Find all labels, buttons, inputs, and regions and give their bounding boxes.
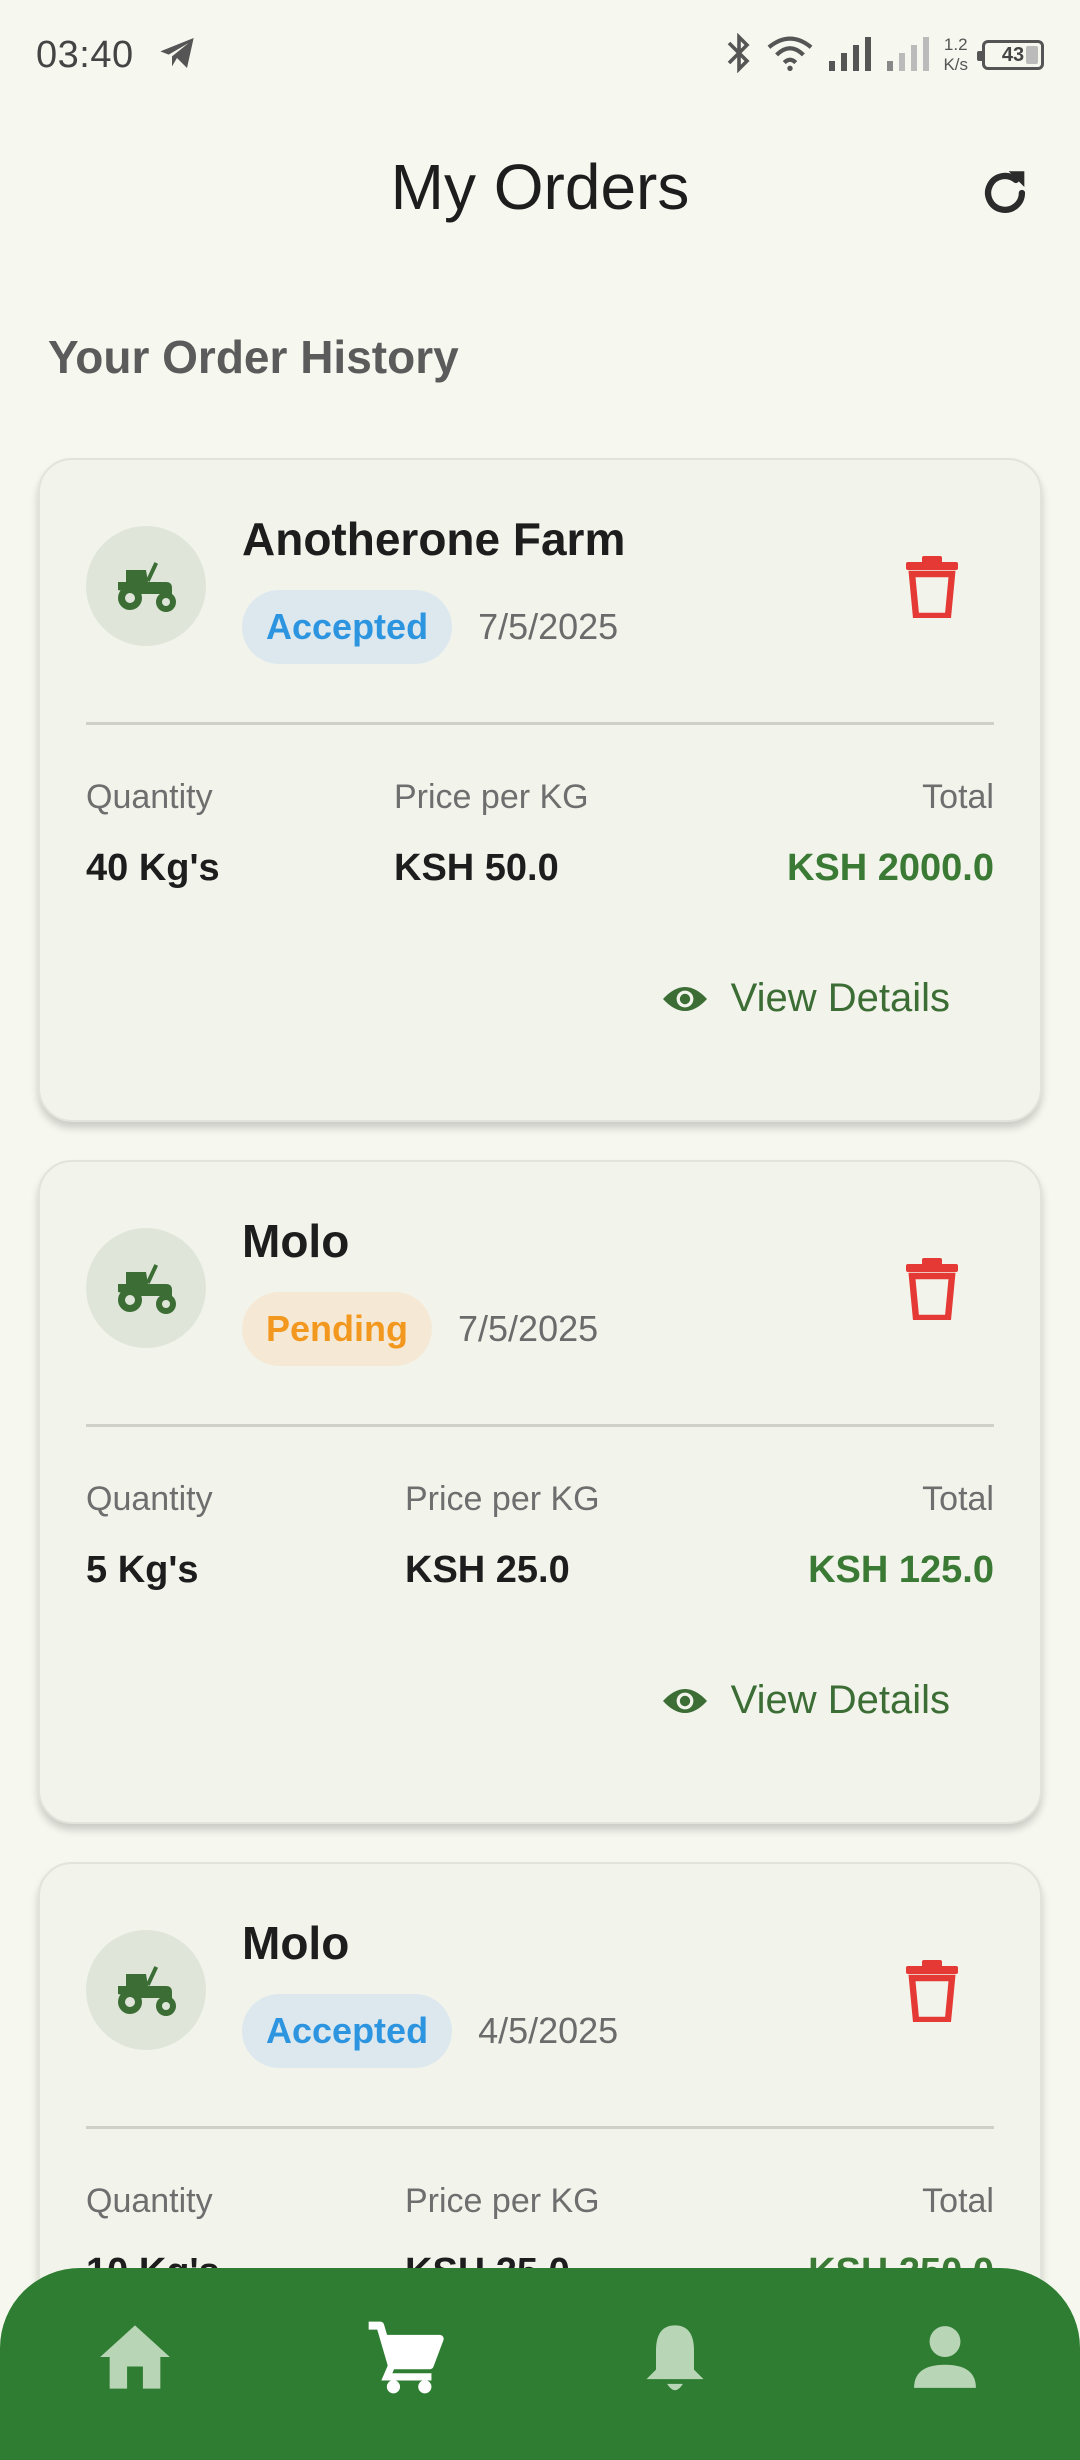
order-card[interactable]: Molo Pending 7/5/2025 Quantity 5 Kg's Pr… — [38, 1160, 1042, 1824]
delete-button[interactable] — [904, 1256, 960, 1322]
farm-avatar — [86, 1930, 206, 2050]
order-date: 7/5/2025 — [458, 1308, 599, 1349]
status-badge: Pending — [242, 1292, 432, 1366]
view-details-button[interactable]: View Details — [661, 976, 950, 1021]
network-speed: 1.2 K/s — [943, 35, 968, 74]
tractor-icon — [118, 1264, 176, 1314]
divider — [86, 1424, 994, 1427]
orders-list: Anotherone Farm Accepted 7/5/2025 Quanti… — [38, 458, 1042, 2460]
status-row: Accepted 7/5/2025 — [242, 590, 618, 664]
quantity-column: Quantity 5 Kg's — [86, 1480, 213, 1592]
price-value: KSH 25.0 — [405, 1549, 570, 1591]
nav-orders[interactable] — [345, 2297, 465, 2417]
page-title: My Orders — [390, 151, 690, 223]
quantity-column: Quantity 40 Kg's — [86, 778, 220, 890]
status-badge: Accepted — [242, 1994, 453, 2068]
quantity-value: 5 Kg's — [86, 1549, 199, 1591]
order-date: 7/5/2025 — [478, 606, 619, 647]
status-bar: 03:40 1.2 K/s 43 — [0, 0, 1080, 110]
person-icon — [914, 2326, 976, 2388]
total-label: Total — [922, 2182, 994, 2220]
status-badge: Accepted — [242, 590, 453, 664]
refresh-icon — [984, 171, 1026, 213]
nav-profile[interactable] — [885, 2297, 1005, 2417]
quantity-label: Quantity — [86, 1480, 213, 1518]
status-row: Accepted 4/5/2025 — [242, 1994, 618, 2068]
price-column: Price per KG KSH 50.0 — [394, 778, 589, 890]
price-label: Price per KG — [405, 2182, 600, 2220]
tractor-icon — [118, 562, 176, 612]
wifi-icon — [767, 35, 813, 76]
total-value: KSH 2000.0 — [786, 847, 994, 889]
bottom-nav — [0, 2268, 1080, 2460]
delete-button[interactable] — [904, 554, 960, 620]
order-date: 4/5/2025 — [478, 2010, 619, 2051]
price-value: KSH 50.0 — [394, 847, 559, 889]
status-time: 03:40 — [36, 33, 134, 76]
bluetooth-icon — [725, 32, 753, 78]
farm-name: Molo — [242, 1917, 350, 1969]
price-label: Price per KG — [405, 1480, 600, 1518]
home-icon — [100, 2325, 170, 2389]
delete-button[interactable] — [904, 1958, 960, 2024]
trash-icon — [906, 1258, 958, 1322]
app-bar: My Orders — [0, 130, 1080, 250]
order-card[interactable]: Anotherone Farm Accepted 7/5/2025 Quanti… — [38, 458, 1042, 1122]
farm-name: Anotherone Farm — [242, 513, 626, 565]
quantity-label: Quantity — [86, 2182, 213, 2220]
view-details-label: View Details — [730, 976, 950, 1020]
nav-home[interactable] — [75, 2297, 195, 2417]
total-label: Total — [922, 1480, 994, 1518]
price-column: Price per KG KSH 25.0 — [405, 1480, 600, 1592]
farm-avatar — [86, 526, 206, 646]
eye-icon — [662, 986, 707, 1011]
total-column: Total KSH 125.0 — [808, 1480, 994, 1592]
telegram-icon — [154, 33, 200, 78]
quantity-label: Quantity — [86, 778, 213, 816]
total-column: Total KSH 2000.0 — [787, 778, 994, 890]
refresh-button[interactable] — [970, 158, 1040, 228]
divider — [86, 2126, 994, 2129]
farm-name: Molo — [242, 1215, 350, 1267]
divider — [86, 722, 994, 725]
bell-icon — [646, 2325, 704, 2391]
status-row: Pending 7/5/2025 — [242, 1292, 598, 1366]
trash-icon — [906, 556, 958, 620]
view-details-button[interactable]: View Details — [661, 1678, 950, 1723]
nav-notifications[interactable] — [615, 2297, 735, 2417]
section-title: Your Order History — [48, 331, 459, 383]
eye-icon — [662, 1688, 707, 1713]
signal-icon-2 — [885, 35, 930, 76]
farm-avatar — [86, 1228, 206, 1348]
cart-icon — [368, 2321, 444, 2394]
view-details-label: View Details — [730, 1678, 950, 1722]
tractor-icon — [118, 1966, 176, 2016]
signal-icon-1 — [827, 35, 872, 76]
quantity-value: 40 Kg's — [86, 847, 220, 889]
total-label: Total — [922, 778, 994, 816]
trash-icon — [906, 1960, 958, 2024]
price-label: Price per KG — [394, 778, 589, 816]
total-value: KSH 125.0 — [808, 1549, 994, 1591]
battery-indicator: 43 — [977, 40, 1044, 70]
